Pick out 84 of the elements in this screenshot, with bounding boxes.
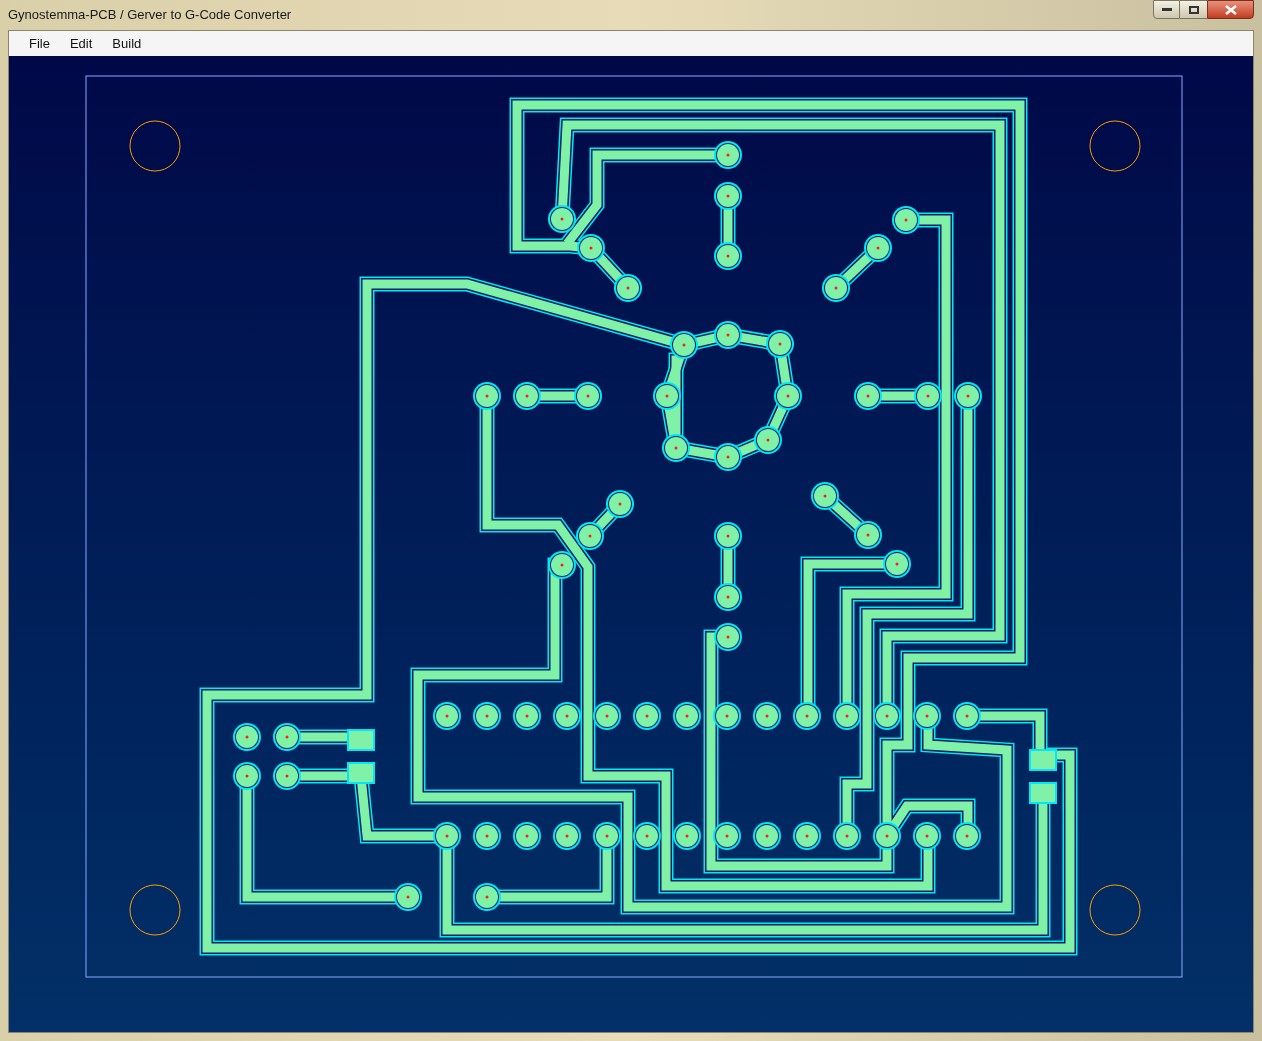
solder-pad <box>714 141 742 169</box>
solder-pad <box>673 822 701 850</box>
menu-item[interactable]: File <box>21 33 58 54</box>
solder-pad <box>593 822 621 850</box>
solder-pad <box>883 550 911 578</box>
solder-pad <box>548 551 576 579</box>
solder-pad <box>233 762 261 790</box>
solder-pad <box>714 443 742 471</box>
solder-pad <box>714 242 742 270</box>
close-icon <box>1224 4 1237 15</box>
solder-pad <box>873 822 901 850</box>
minimize-button[interactable] <box>1153 0 1180 19</box>
square-pad <box>1029 782 1057 804</box>
solder-pad <box>548 205 576 233</box>
solder-pad <box>576 522 604 550</box>
solder-pad <box>670 331 698 359</box>
solder-pad <box>513 822 541 850</box>
solder-pad <box>713 702 741 730</box>
solder-pad <box>864 234 892 262</box>
solder-pad <box>653 382 681 410</box>
square-pad <box>1029 749 1057 771</box>
menu-item[interactable]: Build <box>104 33 150 54</box>
solder-pad <box>513 382 541 410</box>
solder-pad <box>433 702 461 730</box>
solder-pad <box>473 883 501 911</box>
solder-pad <box>574 382 602 410</box>
solder-pad <box>953 702 981 730</box>
solder-pad <box>913 822 941 850</box>
solder-pad <box>513 702 541 730</box>
solder-pad <box>662 434 690 462</box>
mounting-hole <box>129 884 181 936</box>
solder-pad <box>833 702 861 730</box>
maximize-button[interactable] <box>1180 0 1207 19</box>
solder-pad <box>854 382 882 410</box>
solder-pad <box>633 822 661 850</box>
solder-pad <box>553 822 581 850</box>
minimize-icon <box>1161 8 1172 11</box>
solder-pad <box>754 426 782 454</box>
solder-pad <box>714 583 742 611</box>
solder-pad <box>793 702 821 730</box>
square-pad <box>347 729 375 751</box>
solder-pad <box>593 702 621 730</box>
mounting-hole <box>129 120 181 172</box>
solder-pad <box>914 382 942 410</box>
solder-pad <box>873 702 901 730</box>
solder-pad <box>673 702 701 730</box>
solder-pad <box>713 822 741 850</box>
close-button[interactable] <box>1207 0 1254 19</box>
mounting-hole <box>1089 120 1141 172</box>
solder-pad <box>892 206 920 234</box>
solder-pad <box>714 623 742 651</box>
solder-pad <box>577 234 605 262</box>
window-title: Gynostemma-PCB / Gerver to G-Code Converter <box>8 6 292 25</box>
solder-pad <box>714 321 742 349</box>
solder-pad <box>774 382 802 410</box>
solder-pad <box>822 274 850 302</box>
solder-pad <box>811 482 839 510</box>
solder-pad <box>633 702 661 730</box>
solder-pad <box>953 822 981 850</box>
menu-item[interactable]: Edit <box>61 33 101 54</box>
solder-pad <box>273 723 301 751</box>
solder-pad <box>394 883 422 911</box>
solder-pad <box>766 330 794 358</box>
solder-pad <box>273 762 301 790</box>
solder-pad <box>233 723 261 751</box>
solder-pad <box>913 702 941 730</box>
square-pad <box>347 762 375 784</box>
solder-pad <box>473 702 501 730</box>
solder-pad <box>433 822 461 850</box>
solder-pad <box>553 702 581 730</box>
solder-pad <box>753 702 781 730</box>
solder-pad <box>833 822 861 850</box>
maximize-icon <box>1188 5 1199 14</box>
solder-pad <box>954 382 982 410</box>
solder-pad <box>606 490 634 518</box>
solder-pad <box>793 822 821 850</box>
solder-pad <box>714 182 742 210</box>
solder-pad <box>473 382 501 410</box>
solder-pad <box>714 522 742 550</box>
solder-pad <box>753 822 781 850</box>
solder-pad <box>473 822 501 850</box>
mounting-hole <box>1089 884 1141 936</box>
solder-pad <box>854 521 882 549</box>
solder-pad <box>614 274 642 302</box>
